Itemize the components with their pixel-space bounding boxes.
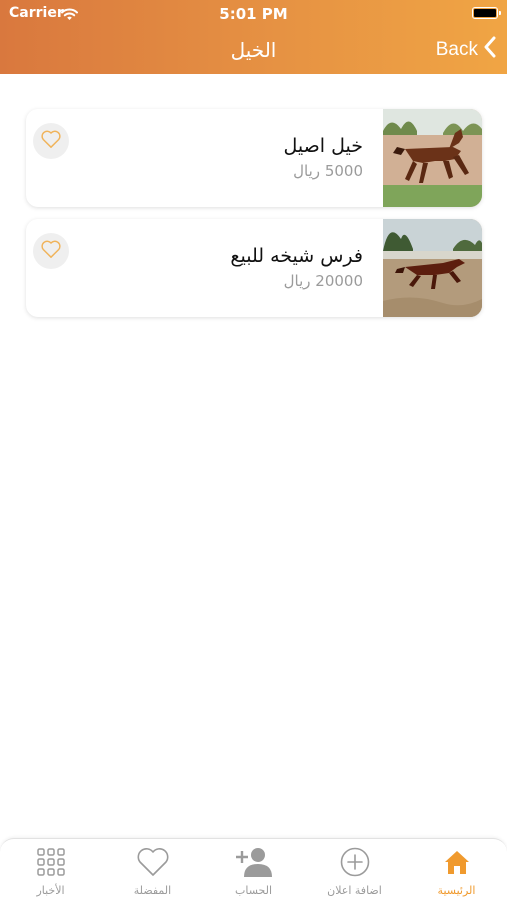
back-label: Back bbox=[435, 39, 478, 60]
tab-account-label: الحساب bbox=[234, 884, 273, 897]
listing-photo bbox=[383, 109, 482, 207]
chevron-left-icon bbox=[484, 36, 496, 64]
tab-favorites[interactable]: المفضلة bbox=[102, 839, 203, 901]
add-user-icon bbox=[203, 847, 304, 877]
battery-icon bbox=[472, 7, 501, 19]
heart-icon bbox=[102, 847, 203, 877]
tab-add-listing[interactable]: اضافة اعلان bbox=[304, 839, 405, 901]
listing-price: 5000 ريال bbox=[293, 162, 363, 180]
tab-home[interactable]: الرئيسية bbox=[406, 839, 507, 901]
nav-header: Carrier 5:01 PM الخيل Back bbox=[0, 0, 507, 74]
listing-photo bbox=[383, 219, 482, 317]
heart-icon bbox=[40, 239, 62, 263]
status-bar: Carrier 5:01 PM bbox=[0, 0, 507, 28]
tab-home-label: الرئيسية bbox=[437, 884, 476, 897]
listing-card[interactable]: خيل اصيل 5000 ريال bbox=[26, 109, 482, 207]
listing-title: خيل اصيل bbox=[283, 135, 363, 157]
tab-bar: الرئيسية اضافة اعلان الحساب المفضلة الأخ… bbox=[0, 838, 507, 901]
listing-title: فرس شيخه للبيع bbox=[230, 245, 363, 267]
grid-icon bbox=[0, 847, 101, 877]
favorite-button[interactable] bbox=[33, 233, 69, 269]
tab-news[interactable]: الأخبار bbox=[0, 839, 101, 901]
home-icon bbox=[406, 847, 507, 877]
tab-add-listing-label: اضافة اعلان bbox=[327, 884, 382, 897]
back-button[interactable]: Back bbox=[436, 36, 496, 64]
favorite-button[interactable] bbox=[33, 123, 69, 159]
listing-price: 20000 ريال bbox=[283, 272, 363, 290]
tab-news-label: الأخبار bbox=[36, 884, 65, 897]
tab-account[interactable]: الحساب bbox=[203, 839, 304, 901]
tab-favorites-label: المفضلة bbox=[133, 884, 172, 897]
plus-circle-icon bbox=[304, 847, 405, 877]
page-title: الخيل bbox=[230, 38, 277, 62]
listing-card[interactable]: فرس شيخه للبيع 20000 ريال bbox=[26, 219, 482, 317]
heart-icon bbox=[40, 129, 62, 153]
status-time: 5:01 PM bbox=[219, 5, 288, 23]
